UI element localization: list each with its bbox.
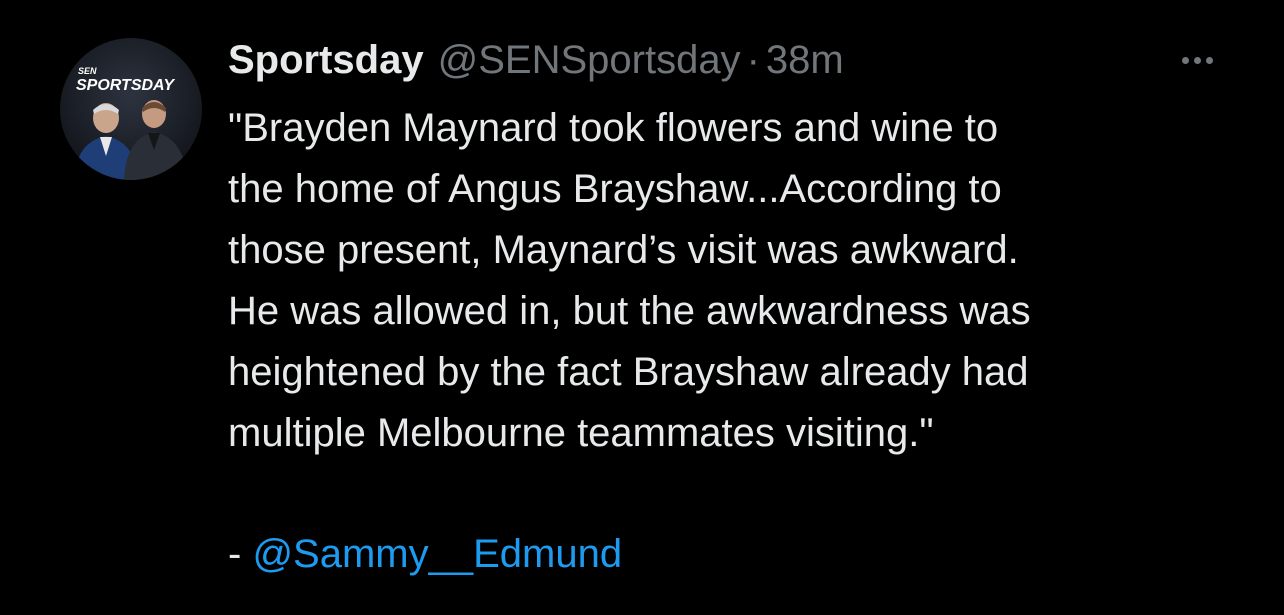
ellipsis-icon bbox=[1193, 56, 1201, 64]
tweet-text-line: "Brayden Maynard took flowers and wine t… bbox=[228, 106, 999, 150]
tweet-text-line: those present, Maynard’s visit was awkwa… bbox=[228, 228, 1019, 272]
ellipsis-icon bbox=[1181, 56, 1189, 64]
tweet-text-line: heightened by the fact Brayshaw already … bbox=[228, 350, 1029, 394]
separator-dot: · bbox=[746, 38, 760, 82]
timestamp[interactable]: 38m bbox=[766, 38, 844, 83]
tweet-header: Sportsday @SENSportsday · 38m bbox=[228, 38, 844, 86]
avatar-brand-small: SEN bbox=[78, 66, 97, 76]
avatar-brand-large: SPORTSDAY bbox=[76, 77, 175, 94]
user-handle[interactable]: @SENSportsday bbox=[438, 38, 741, 83]
tweet: SEN SPORTSDAY Sportsday @SENSportsday · … bbox=[0, 0, 1284, 615]
more-options-button[interactable] bbox=[1170, 46, 1224, 74]
avatar-image: SEN SPORTSDAY bbox=[74, 66, 188, 180]
tweet-text: "Brayden Maynard took flowers and wine t… bbox=[228, 98, 1238, 464]
display-name[interactable]: Sportsday bbox=[228, 38, 424, 83]
tweet-text-line: multiple Melbourne teammates visiting." bbox=[228, 411, 934, 455]
signoff-prefix: - bbox=[228, 532, 253, 576]
tweet-signoff: - @Sammy__Edmund bbox=[228, 524, 622, 585]
avatar[interactable]: SEN SPORTSDAY bbox=[60, 38, 202, 180]
ellipsis-icon bbox=[1205, 56, 1213, 64]
tweet-text-line: He was allowed in, but the awkwardness w… bbox=[228, 289, 1031, 333]
tweet-text-line: the home of Angus Brayshaw...According t… bbox=[228, 167, 1002, 211]
mention-link[interactable]: @Sammy__Edmund bbox=[252, 532, 622, 576]
